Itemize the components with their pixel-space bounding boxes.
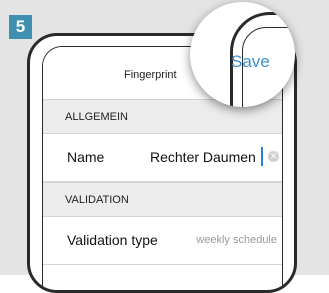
- nav-title: Fingerprint: [124, 69, 177, 81]
- name-row[interactable]: Name Rechter Daumen ✕: [43, 134, 282, 182]
- magnifier-callout: Save: [190, 2, 295, 107]
- step-number: 5: [15, 17, 26, 36]
- step-badge: 5: [9, 15, 32, 39]
- save-button[interactable]: Save: [231, 52, 270, 72]
- text-cursor: [261, 147, 263, 166]
- name-label: Name: [67, 149, 105, 165]
- clear-icon[interactable]: ✕: [268, 151, 279, 162]
- section-header-validation: VALIDATION: [43, 182, 282, 217]
- validation-type-row[interactable]: Validation type weekly schedule: [43, 217, 282, 265]
- section-label: VALIDATION: [65, 194, 129, 206]
- validation-type-label: Validation type: [67, 232, 158, 248]
- name-input[interactable]: Rechter Daumen: [150, 149, 256, 165]
- section-label: ALLGEMEIN: [65, 111, 128, 123]
- validation-type-value: weekly schedule: [196, 234, 277, 246]
